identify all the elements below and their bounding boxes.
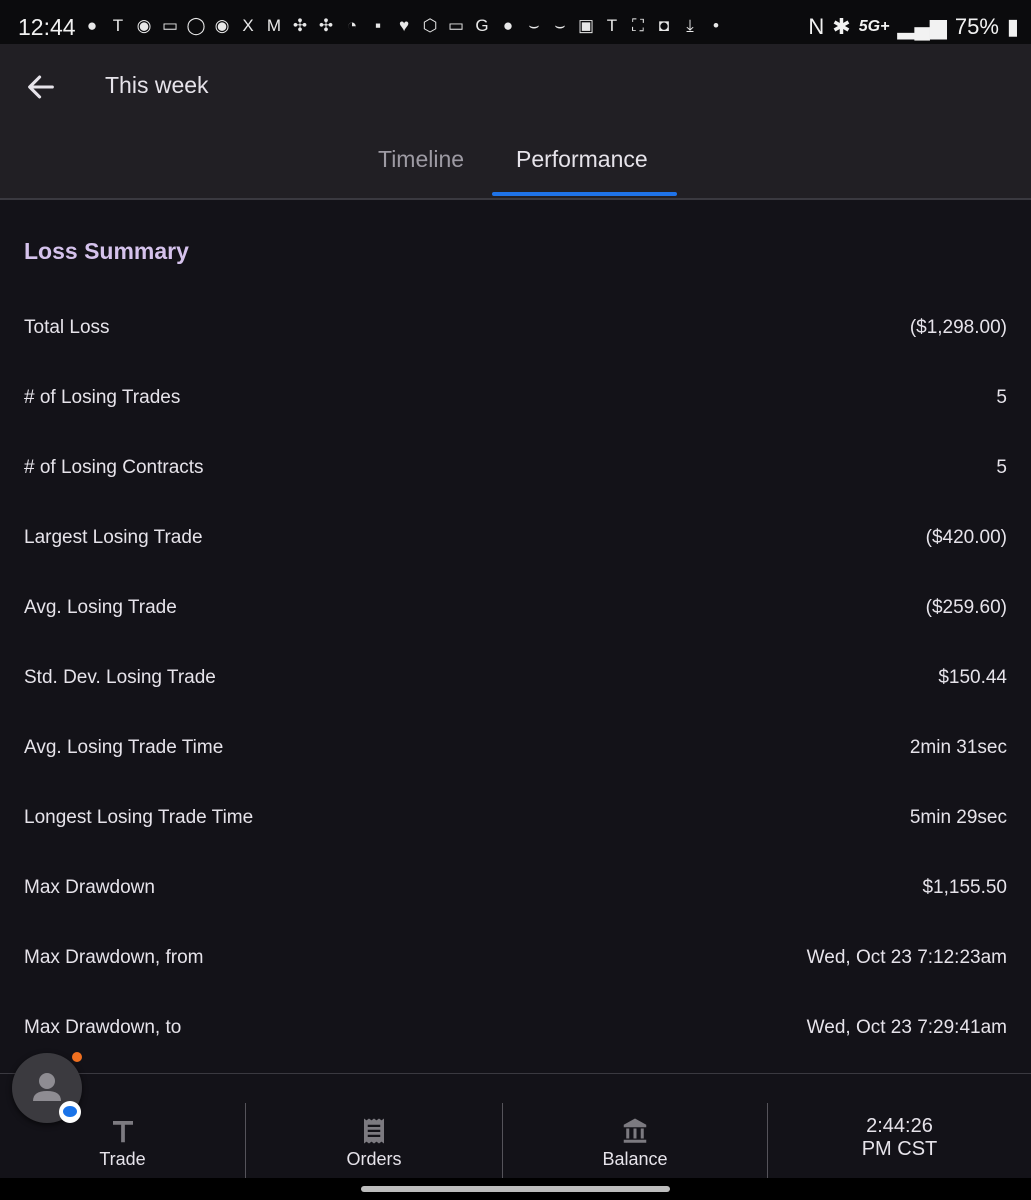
nfc-icon: N [808,14,825,39]
stat-row-avg-losing-trade: Avg. Losing Trade ($259.60) [0,597,1031,667]
nav-label: Orders [346,1149,402,1169]
stat-row-largest-losing-trade: Largest Losing Trade ($420.00) [0,527,1031,597]
chat-bubble-icon: ● [86,16,98,35]
bag-icon: ◘ [658,16,670,35]
clock-icon: ◔ [346,16,358,35]
receipt-icon [364,1118,384,1144]
chat-bubble-icon: ● [502,16,514,35]
pinwheel-icon: ✣ [318,16,334,35]
pocket-icon: ⬡ [422,16,438,35]
stat-label: Longest Losing Trade Time [24,807,254,828]
stat-label: Std. Dev. Losing Trade [24,667,216,688]
nav-trade[interactable]: Trade [0,1103,245,1178]
stat-row-losing-contracts: # of Losing Contracts 5 [0,457,1031,527]
heart-icon: ♥ [398,16,410,35]
stat-label: Avg. Losing Trade [24,597,177,618]
clock-timezone: PM CST [861,1138,938,1160]
stat-value: ($259.60) [925,597,1007,618]
trade-t-icon [112,1121,133,1143]
gmail-icon: M [266,16,282,35]
stat-value: Wed, Oct 23 7:12:23am [806,947,1007,968]
clock-time: 2:44:26 [866,1115,933,1137]
server-clock: 2:44:26 PM CST [768,1103,1031,1178]
notification-dot [72,1052,82,1062]
stat-row-max-drawdown-to: Max Drawdown, to Wed, Oct 23 7:29:41am [0,1017,1031,1087]
stat-label: Avg. Losing Trade Time [24,737,224,758]
pinwheel-icon: ✣ [292,16,308,35]
network-type: 5G+ [858,18,890,35]
download-icon: ⤓ [686,16,694,35]
stat-value: 5min 29sec [909,807,1007,828]
stat-value: ($420.00) [925,527,1007,548]
tab-performance[interactable]: Performance [516,146,648,173]
battery-icon: ▮ [1006,14,1019,39]
stat-value: $150.44 [938,667,1007,688]
adt-icon: ◯ [186,16,206,35]
amex-icon: ◉ [214,16,230,35]
stat-row-longest-losing-trade-time: Longest Losing Trade Time 5min 29sec [0,807,1031,877]
clock-text: 2:44:26 PM CST [768,1115,1031,1161]
bottom-nav: Trade Orders Balance 2:44:26 PM CST [0,1103,1031,1178]
notification-icons: ● T ◉ ▭ ◯ ◉ X M ✣ ✣ ◔ ▪ ♥ ⬡ ▭ G ● ⌣ ⌣ ▣ … [82,16,726,36]
nav-label: Balance [602,1149,668,1169]
stat-row-total-loss: Total Loss ($1,298.00) [0,317,1031,387]
tab-indicator [492,192,677,196]
stat-label: # of Losing Contracts [24,457,204,478]
tesla-icon: T [112,16,124,35]
app-bar: This week Timeline Performance [0,44,1031,199]
divider [0,1073,1031,1074]
stat-value: 5 [996,387,1007,408]
signal-icon: ▂▄▆ [897,14,947,39]
back-arrow-icon[interactable] [24,70,58,104]
apps-icon: ▪ [374,16,382,35]
status-right: N ✱ 5G+ ▂▄▆ 75% ▮ [808,14,1019,40]
status-time: 12:44 [18,14,76,40]
stat-row-max-drawdown-from: Max Drawdown, from Wed, Oct 23 7:12:23am [0,947,1031,1017]
amex-icon: ◉ [136,16,152,35]
x-icon: X [242,16,254,35]
stat-label: Total Loss [24,317,110,338]
stat-row-avg-losing-trade-time: Avg. Losing Trade Time 2min 31sec [0,737,1031,807]
stat-value: 5 [996,457,1007,478]
stat-value: $1,155.50 [922,877,1007,898]
bank-icon [623,1118,647,1143]
battery-level: 75% [954,14,999,39]
nav-orders[interactable]: Orders [246,1103,502,1178]
stat-row-max-drawdown: Max Drawdown $1,155.50 [0,877,1031,947]
stat-label: Max Drawdown [24,877,155,898]
amazon-icon: ⌣ [554,16,566,35]
bluetooth-icon: ✱ [832,14,851,39]
page-title: This week [105,72,209,98]
card-icon: ▭ [161,16,179,35]
stat-value: Wed, Oct 23 7:29:41am [806,1017,1007,1038]
stat-label: Max Drawdown, from [24,947,204,968]
stat-row-losing-trades: # of Losing Trades 5 [0,387,1031,457]
card-icon: ▭ [447,16,465,35]
section-title: Loss Summary [24,238,189,264]
nav-balance[interactable]: Balance [503,1103,767,1178]
stat-value: 2min 31sec [909,737,1007,758]
dot-icon: • [713,16,719,35]
amazon-icon: ⌣ [528,16,540,35]
stat-label: Max Drawdown, to [24,1017,182,1038]
stat-value: ($1,298.00) [909,317,1007,338]
tab-timeline[interactable]: Timeline [378,146,464,173]
gesture-bar[interactable] [361,1186,670,1192]
gallery-icon: ▣ [577,16,595,35]
stat-label: # of Losing Trades [24,387,181,408]
nav-label: Trade [99,1149,146,1169]
screenshot-icon: ⛶ [632,16,644,35]
stat-row-std-dev-losing-trade: Std. Dev. Losing Trade $150.44 [0,667,1031,737]
tesla-icon: T [606,16,618,35]
google-icon: G [475,16,489,35]
divider [0,198,1031,200]
stat-label: Largest Losing Trade [24,527,203,548]
